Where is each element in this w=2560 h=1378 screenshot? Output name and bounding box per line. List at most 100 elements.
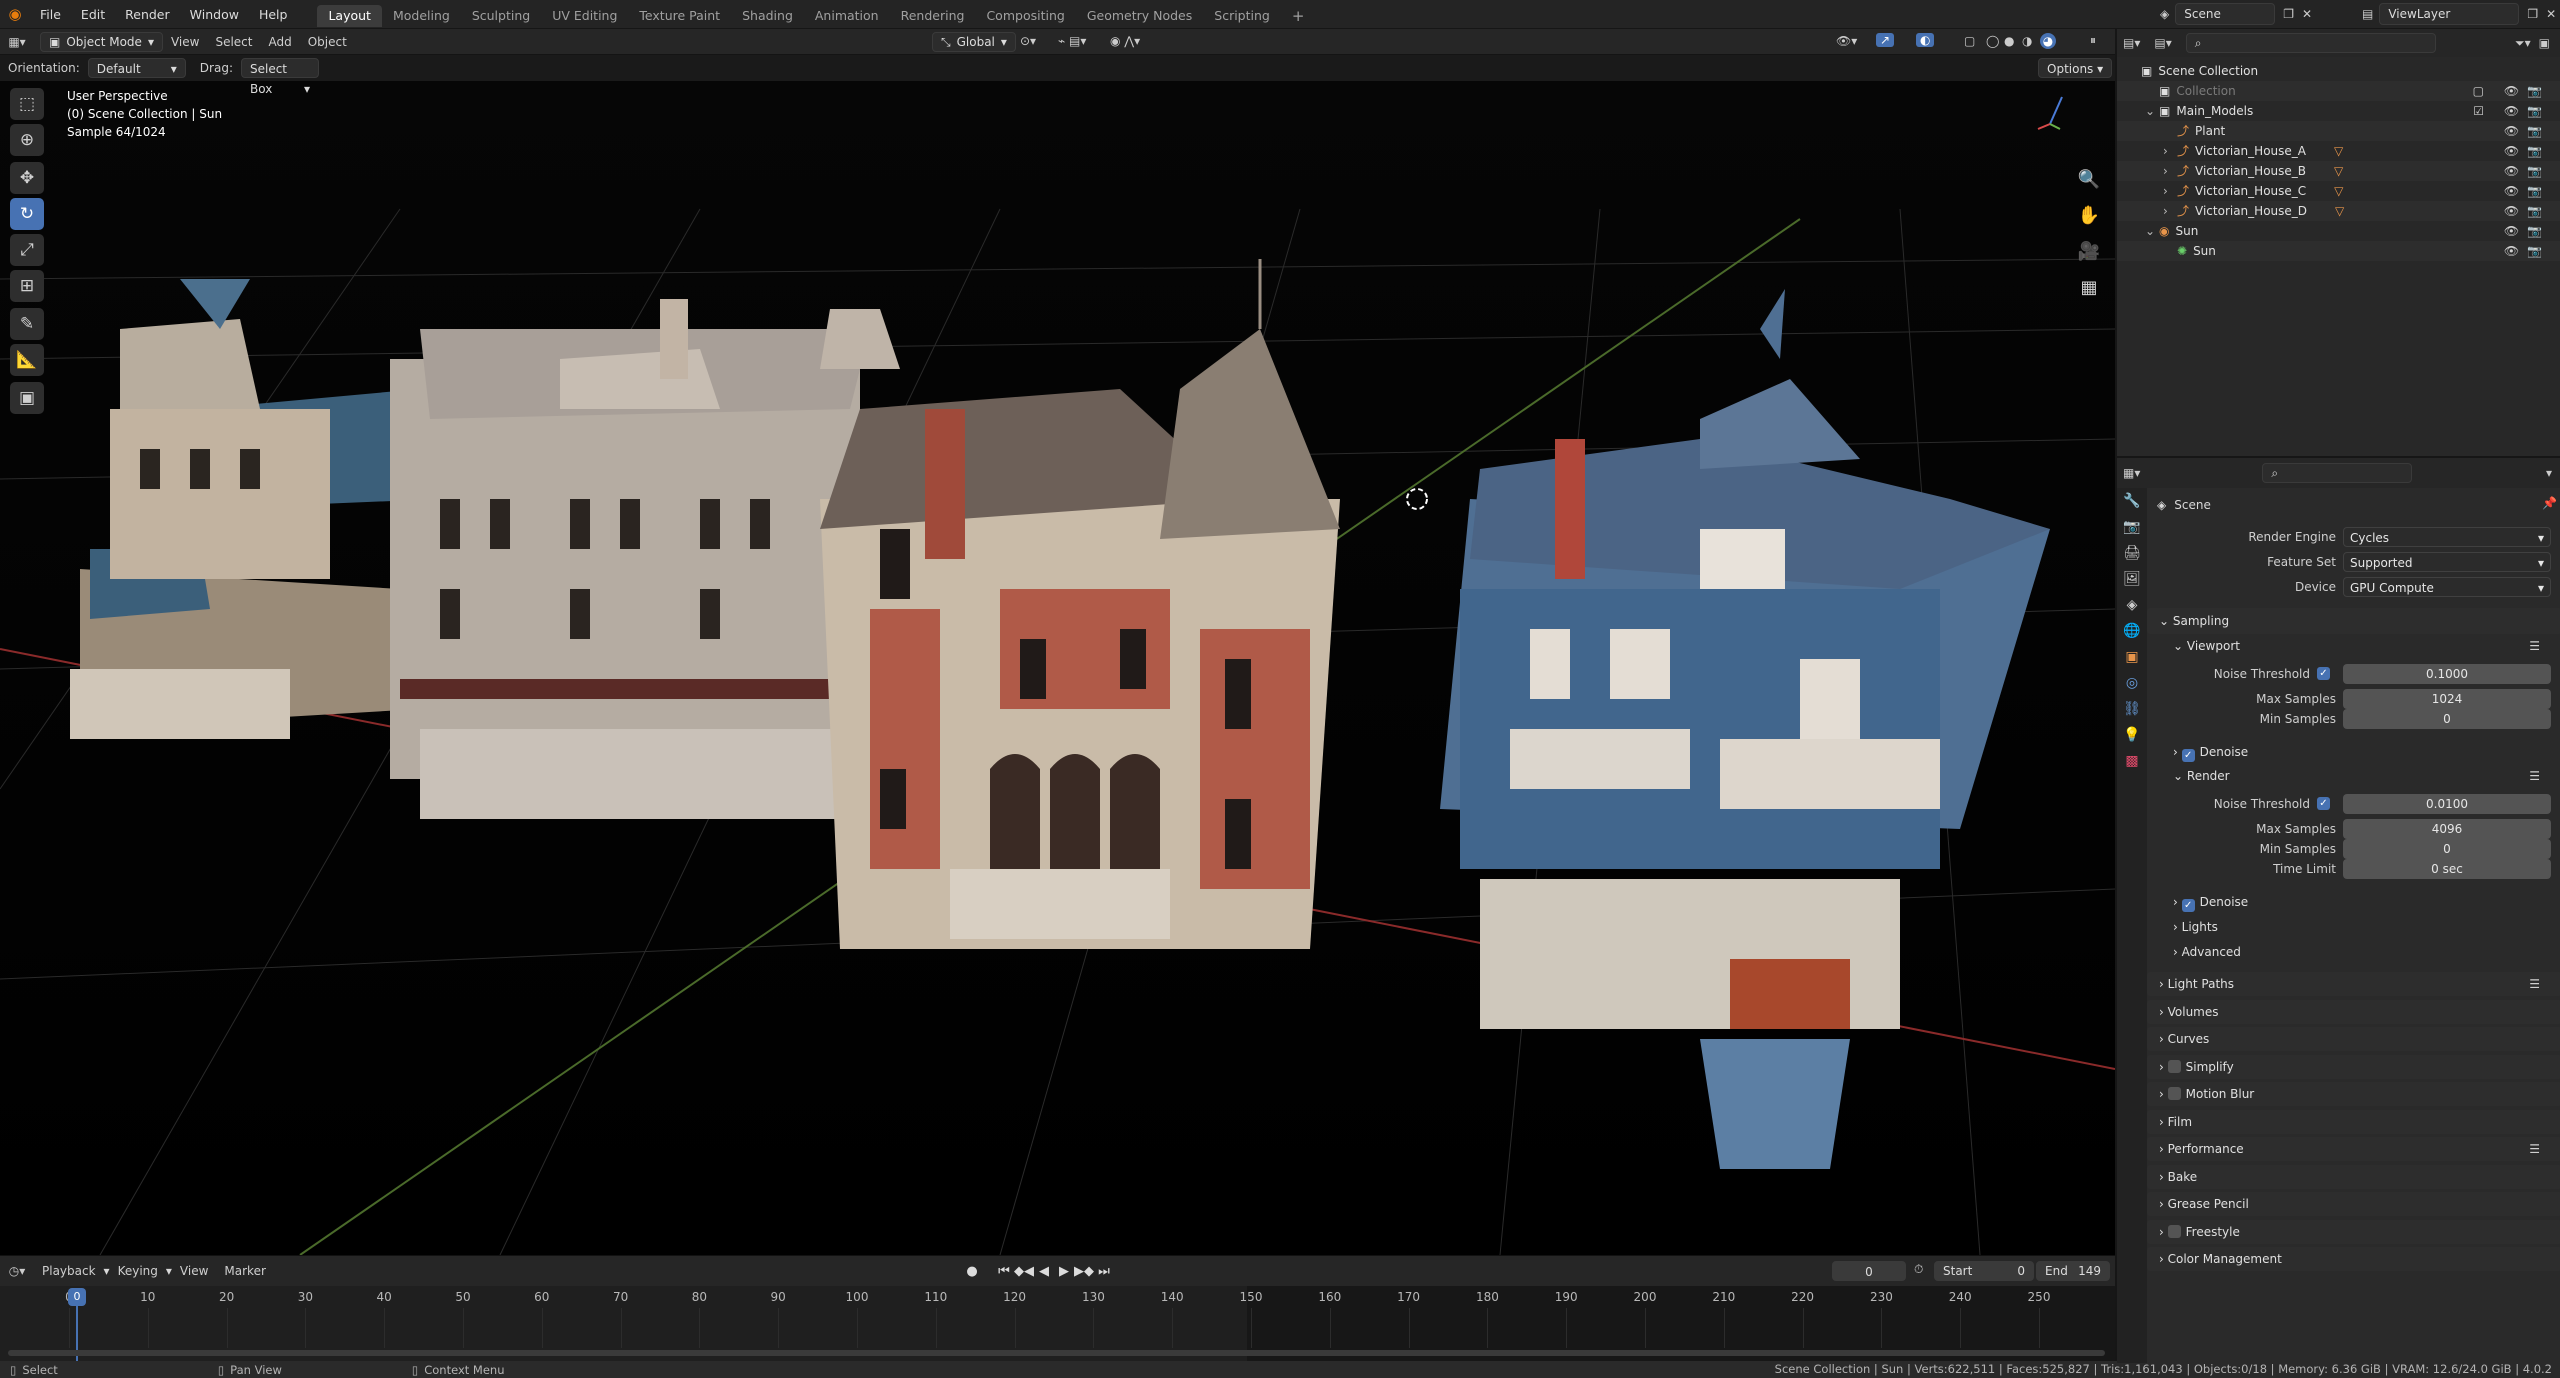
advanced-subpanel[interactable]: › Advanced bbox=[2147, 940, 2560, 964]
visibility-toggles[interactable]: 👁📷 bbox=[2504, 141, 2550, 161]
viewlayer-selector[interactable]: ▤ ViewLayer ❐ ✕ bbox=[2362, 3, 2556, 25]
editor-type-icon[interactable]: ▦▾ bbox=[0, 35, 34, 49]
outliner-row[interactable]: ⌄ ◉ Sun 👁📷 bbox=[2117, 221, 2560, 241]
scene-tab-icon[interactable]: ◈ bbox=[2117, 592, 2147, 618]
camera-view-icon[interactable]: 🎥 bbox=[2074, 236, 2104, 266]
render-engine-dropdown[interactable]: Cycles ▾ bbox=[2343, 527, 2551, 547]
shading-material-icon[interactable]: ◑ bbox=[2022, 34, 2032, 48]
menu-timeline-view[interactable]: View bbox=[172, 1264, 216, 1278]
feature-set-dropdown[interactable]: Supported ▾ bbox=[2343, 552, 2551, 572]
chevron-right-icon[interactable]: › bbox=[2163, 201, 2177, 221]
tab-shading[interactable]: Shading bbox=[731, 5, 804, 27]
transform-icon[interactable]: ⊞ bbox=[10, 270, 44, 302]
mode-selector[interactable]: ▣ Object Mode ▾ bbox=[40, 31, 163, 52]
proportional-edit-icon[interactable]: ◉ ⋀▾ bbox=[1110, 34, 1140, 48]
play-reverse-icon[interactable]: ◀ bbox=[1034, 1261, 1054, 1281]
rotate-icon[interactable]: ↻ bbox=[10, 198, 44, 230]
record-icon[interactable]: ● bbox=[962, 1261, 982, 1281]
scene-name-field[interactable]: Scene bbox=[2175, 3, 2276, 25]
chevron-right-icon[interactable]: › bbox=[2163, 181, 2177, 201]
3d-viewport[interactable] bbox=[0, 29, 2115, 1255]
tab-geometry-nodes[interactable]: Geometry Nodes bbox=[1076, 5, 1203, 27]
shading-rendered-icon[interactable]: ◕ bbox=[2040, 33, 2056, 49]
tab-compositing[interactable]: Compositing bbox=[975, 5, 1075, 27]
jump-keyframe-back-icon[interactable]: ◆◀ bbox=[1014, 1261, 1034, 1281]
visibility-toggles[interactable]: 👁📷 bbox=[2504, 181, 2550, 201]
outliner-row[interactable]: › ⤴ Victorian_House_A ▽ 👁📷 bbox=[2117, 141, 2560, 161]
presets-list-icon[interactable]: ☰ bbox=[2529, 764, 2540, 788]
pin-icon[interactable]: 📌 bbox=[2542, 496, 2557, 510]
object-tab-icon[interactable]: ▣ bbox=[2117, 644, 2147, 670]
r-denoise-subpanel[interactable]: › ✓ Denoise bbox=[2147, 890, 2560, 914]
options-chevron-icon[interactable]: ▾ bbox=[2546, 466, 2552, 480]
blender-logo-icon[interactable]: ◉ bbox=[0, 0, 30, 29]
new-collection-icon[interactable]: ▣ bbox=[2539, 36, 2550, 50]
outliner-row[interactable]: › ⤴ Victorian_House_B ▽ 👁📷 bbox=[2117, 161, 2560, 181]
visibility-toggles[interactable]: 👁📷 bbox=[2504, 241, 2550, 261]
tab-uv-editing[interactable]: UV Editing bbox=[541, 5, 628, 27]
presets-list-icon[interactable]: ☰ bbox=[2529, 972, 2540, 996]
jump-keyframe-forward-icon[interactable]: ▶◆ bbox=[1074, 1261, 1094, 1281]
sampling-panel-header[interactable]: ⌄ Sampling bbox=[2147, 608, 2560, 634]
outliner-row[interactable]: ⤴ Plant 👁📷 bbox=[2117, 121, 2560, 141]
add-cube-icon[interactable]: ▣ bbox=[10, 382, 44, 414]
outliner-row[interactable]: › ⤴ Victorian_House_D ▽ 👁📷 bbox=[2117, 201, 2560, 221]
timeline-editor[interactable]: ◷▾ Playback ▾ Keying ▾ View Marker ● ⏮ ◆… bbox=[0, 1255, 2115, 1362]
timeline-track-area[interactable]: 0 10 20 30 40 50 60 70 80 90 100 110 120 130 140 150 160… bbox=[0, 1286, 2115, 1362]
visibility-toggles[interactable]: 👁📷 bbox=[2504, 121, 2550, 141]
tab-texture-paint[interactable]: Texture Paint bbox=[628, 5, 731, 27]
mesh-data-icon[interactable]: ▽ bbox=[2334, 164, 2343, 178]
visibility-icon[interactable]: 👁▾ bbox=[1836, 34, 1857, 48]
menu-keying[interactable]: Keying bbox=[110, 1264, 166, 1278]
vp-min-samples-field[interactable]: 0 bbox=[2343, 709, 2551, 729]
outliner-row[interactable]: ⌄ ▣ Main_Models ☑ 👁📷 bbox=[2117, 101, 2560, 121]
constraints-tab-icon[interactable]: ⛓ bbox=[2117, 696, 2147, 722]
viewlayer-name-field[interactable]: ViewLayer bbox=[2379, 3, 2520, 25]
panel-header-color-management[interactable]: › Color Management bbox=[2147, 1247, 2560, 1271]
timeline-scrollbar[interactable] bbox=[8, 1350, 2105, 1356]
outliner-row[interactable]: ▣ Collection ▢ 👁📷 bbox=[2117, 81, 2560, 101]
scene-selector[interactable]: ◈ Scene ❐ ✕ bbox=[2160, 3, 2312, 25]
playhead[interactable]: 0 bbox=[68, 1288, 86, 1306]
outliner-search-input[interactable]: ⌕ bbox=[2185, 33, 2436, 53]
timeline-editor-type-icon[interactable]: ◷▾ bbox=[0, 1264, 34, 1278]
tab-layout[interactable]: Layout bbox=[317, 5, 382, 27]
world-tab-icon[interactable]: 🌐 bbox=[2117, 618, 2147, 644]
panel-header-volumes[interactable]: › Volumes bbox=[2147, 999, 2560, 1024]
menu-add[interactable]: Add bbox=[260, 35, 299, 49]
jump-start-icon[interactable]: ⏮ bbox=[994, 1261, 1014, 1281]
scale-icon[interactable]: ⤢ bbox=[10, 234, 44, 266]
r-noise-threshold-field[interactable]: 0.0100 bbox=[2343, 794, 2551, 814]
r-min-samples-field[interactable]: 0 bbox=[2343, 839, 2551, 859]
menu-window[interactable]: Window bbox=[180, 0, 249, 29]
data-tab-icon[interactable]: 💡 bbox=[2117, 722, 2147, 748]
tab-modeling[interactable]: Modeling bbox=[382, 5, 461, 27]
visibility-toggles[interactable]: 👁📷 bbox=[2504, 161, 2550, 181]
panel-header-light-paths[interactable]: › Light Paths ☰ bbox=[2147, 972, 2560, 996]
vp-denoise-subpanel[interactable]: › ✓ Denoise bbox=[2147, 740, 2560, 764]
filter-icon[interactable]: ⏷▾ bbox=[2515, 36, 2531, 51]
mesh-data-icon[interactable]: ▽ bbox=[2334, 184, 2343, 198]
chevron-down-icon[interactable]: ⌄ bbox=[2145, 221, 2159, 241]
mesh-data-icon[interactable]: ▽ bbox=[2335, 204, 2344, 218]
menu-file[interactable]: File bbox=[30, 0, 71, 29]
outliner[interactable]: ▤▾ ▤▾ ⌕ ⏷▾ ▣ ▣ Scene Collection ▣ Collectio… bbox=[2115, 29, 2560, 456]
panel-header-bake[interactable]: › Bake bbox=[2147, 1164, 2560, 1189]
cursor-icon[interactable]: ⊕ bbox=[10, 124, 44, 156]
jump-end-icon[interactable]: ⏭ bbox=[1094, 1261, 1114, 1281]
physics-tab-icon[interactable]: ◎ bbox=[2117, 670, 2147, 696]
mesh-data-icon[interactable]: ▽ bbox=[2334, 144, 2343, 158]
shading-wireframe-icon[interactable]: ◯ bbox=[1986, 34, 1999, 48]
tab-sculpting[interactable]: Sculpting bbox=[461, 5, 541, 27]
tab-rendering[interactable]: Rendering bbox=[890, 5, 976, 27]
transform-orientation-dropdown[interactable]: ⤡ Global ▾ bbox=[932, 32, 1016, 52]
panel-header-curves[interactable]: › Curves bbox=[2147, 1027, 2560, 1051]
menu-view[interactable]: View bbox=[163, 35, 207, 49]
vp-max-samples-field[interactable]: 1024 bbox=[2343, 689, 2551, 709]
r-max-samples-field[interactable]: 4096 bbox=[2343, 819, 2551, 839]
menu-marker[interactable]: Marker bbox=[216, 1264, 273, 1278]
tool-tab-icon[interactable]: 🔧 bbox=[2117, 488, 2147, 514]
panel-header-film[interactable]: › Film bbox=[2147, 1109, 2560, 1134]
menu-object[interactable]: Object bbox=[300, 35, 355, 49]
visibility-toggles[interactable]: 👁📷 bbox=[2504, 201, 2550, 221]
